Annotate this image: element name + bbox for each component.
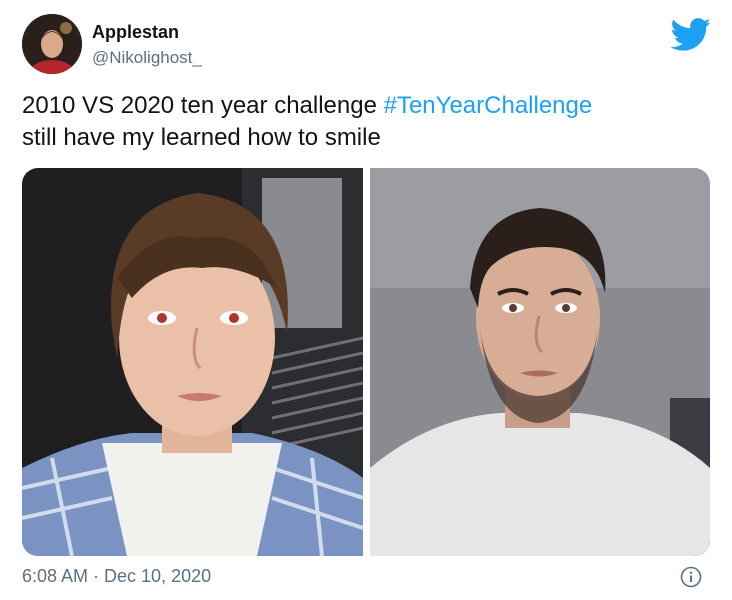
tweet-text-plain: 2010 VS 2020 ten year challenge — [22, 92, 384, 119]
tweet-text-line-2: still have my learned how to smile — [22, 124, 381, 151]
adult-portrait-image — [370, 168, 710, 556]
author-handle[interactable]: @Nikolighost_ — [92, 48, 202, 68]
avatar-photo — [22, 14, 82, 74]
tweet-timestamp[interactable]: 6:08 AM · Dec 10, 2020 — [22, 566, 211, 587]
media-photo-2010[interactable] — [22, 168, 363, 556]
tweet-text: 2010 VS 2020 ten year challenge #TenYear… — [22, 90, 712, 154]
tweet-media[interactable] — [22, 168, 710, 556]
hashtag-link[interactable]: #TenYearChallenge — [384, 92, 593, 119]
author-display-name[interactable]: Applestan — [92, 22, 179, 43]
media-photo-2020[interactable] — [370, 168, 710, 556]
info-icon[interactable] — [680, 566, 702, 588]
twitter-bird-icon[interactable] — [670, 18, 712, 52]
teen-portrait-image — [22, 168, 363, 556]
tweet-text-line-1: 2010 VS 2020 ten year challenge #TenYear… — [22, 90, 712, 122]
avatar[interactable] — [22, 14, 82, 74]
